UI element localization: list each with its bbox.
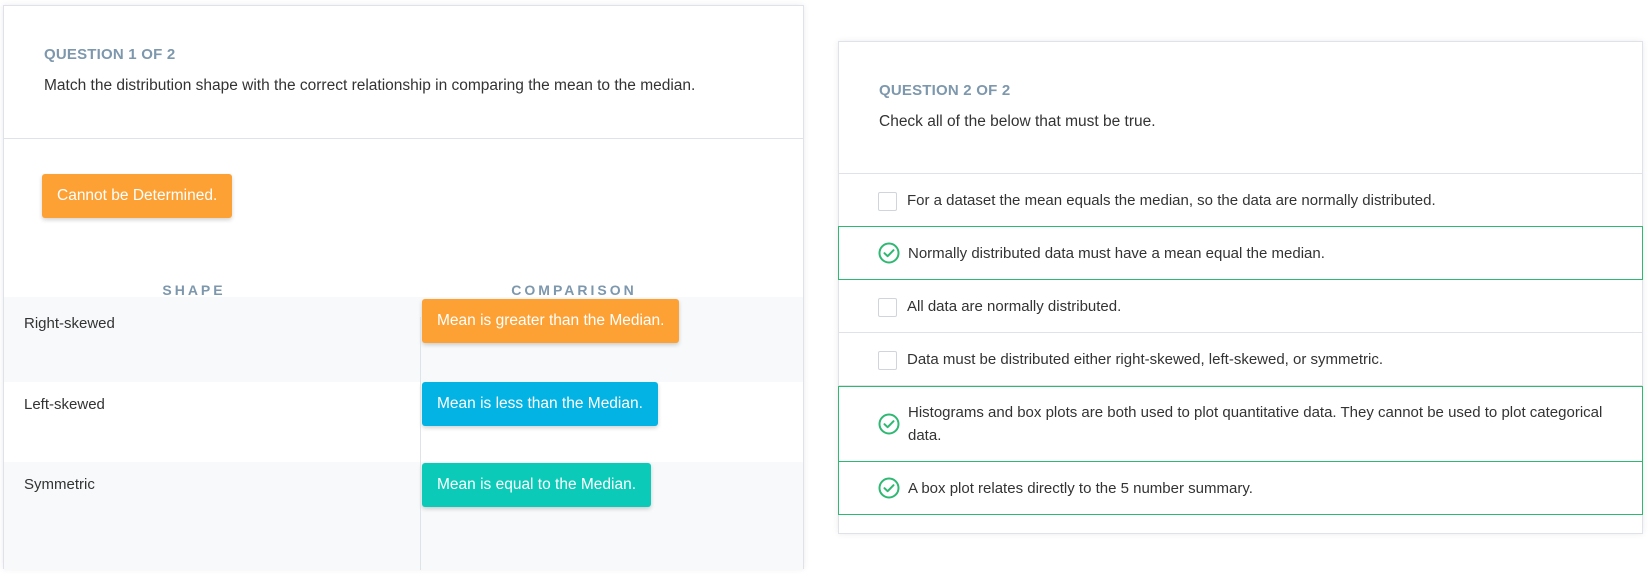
check-circle-icon[interactable] [878, 242, 900, 264]
question-1-card: QUESTION 1 OF 2 Match the distribution s… [3, 5, 804, 570]
question-1-header: QUESTION 1 OF 2 Match the distribution s… [4, 6, 803, 139]
question-1-prompt: Match the distribution shape with the co… [44, 77, 696, 94]
shape-label-right-skewed: Right-skewed [24, 315, 115, 332]
option-3-text: All data are normally distributed. [907, 298, 1122, 315]
shape-label-symmetric: Symmetric [24, 476, 95, 493]
option-6-text: A box plot relates directly to the 5 num… [908, 480, 1253, 497]
option-2-text: Normally distributed data must have a me… [908, 245, 1325, 262]
check-circle-icon[interactable] [878, 477, 900, 499]
checkbox-unchecked[interactable] [878, 192, 897, 211]
checkbox-unchecked[interactable] [878, 298, 897, 317]
column-divider [420, 317, 421, 570]
question-2-prompt: Check all of the below that must be true… [879, 113, 1156, 130]
answer-drop-left-skewed[interactable]: Mean is less than the Median. [422, 382, 658, 426]
shape-label-left-skewed: Left-skewed [24, 396, 105, 413]
column-header-shape: SHAPE [162, 282, 226, 298]
option-2[interactable]: Normally distributed data must have a me… [838, 226, 1643, 280]
question-2-header: QUESTION 2 OF 2 Check all of the below t… [839, 42, 1642, 174]
option-5-text: Histograms and box plots are both used t… [908, 404, 1603, 444]
option-4-text: Data must be distributed either right-sk… [907, 351, 1384, 368]
answer-drop-symmetric[interactable]: Mean is equal to the Median. [422, 463, 652, 507]
option-1-text: For a dataset the mean equals the median… [907, 192, 1436, 209]
option-1[interactable]: For a dataset the mean equals the median… [838, 174, 1643, 227]
question-2-number: QUESTION 2 OF 2 [879, 82, 1011, 99]
checkbox-unchecked[interactable] [878, 351, 897, 370]
option-4[interactable]: Data must be distributed either right-sk… [838, 333, 1643, 386]
draggable-option-cannot-be-determined[interactable]: Cannot be Determined. [42, 174, 233, 218]
match-row: Left-skewed Mean is less than the Median… [4, 382, 803, 467]
option-3[interactable]: All data are normally distributed. [838, 280, 1643, 333]
question-1-number: QUESTION 1 OF 2 [44, 46, 176, 63]
check-circle-icon[interactable] [878, 413, 900, 435]
match-row: Right-skewed Mean is greater than the Me… [4, 297, 803, 382]
match-row: Symmetric Mean is equal to the Median. [4, 462, 803, 570]
answer-drop-right-skewed[interactable]: Mean is greater than the Median. [422, 299, 680, 343]
option-6[interactable]: A box plot relates directly to the 5 num… [838, 461, 1643, 515]
question-2-card: QUESTION 2 OF 2 Check all of the below t… [838, 41, 1643, 534]
option-5[interactable]: Histograms and box plots are both used t… [838, 386, 1643, 462]
column-header-comparison: COMPARISON [511, 282, 637, 298]
